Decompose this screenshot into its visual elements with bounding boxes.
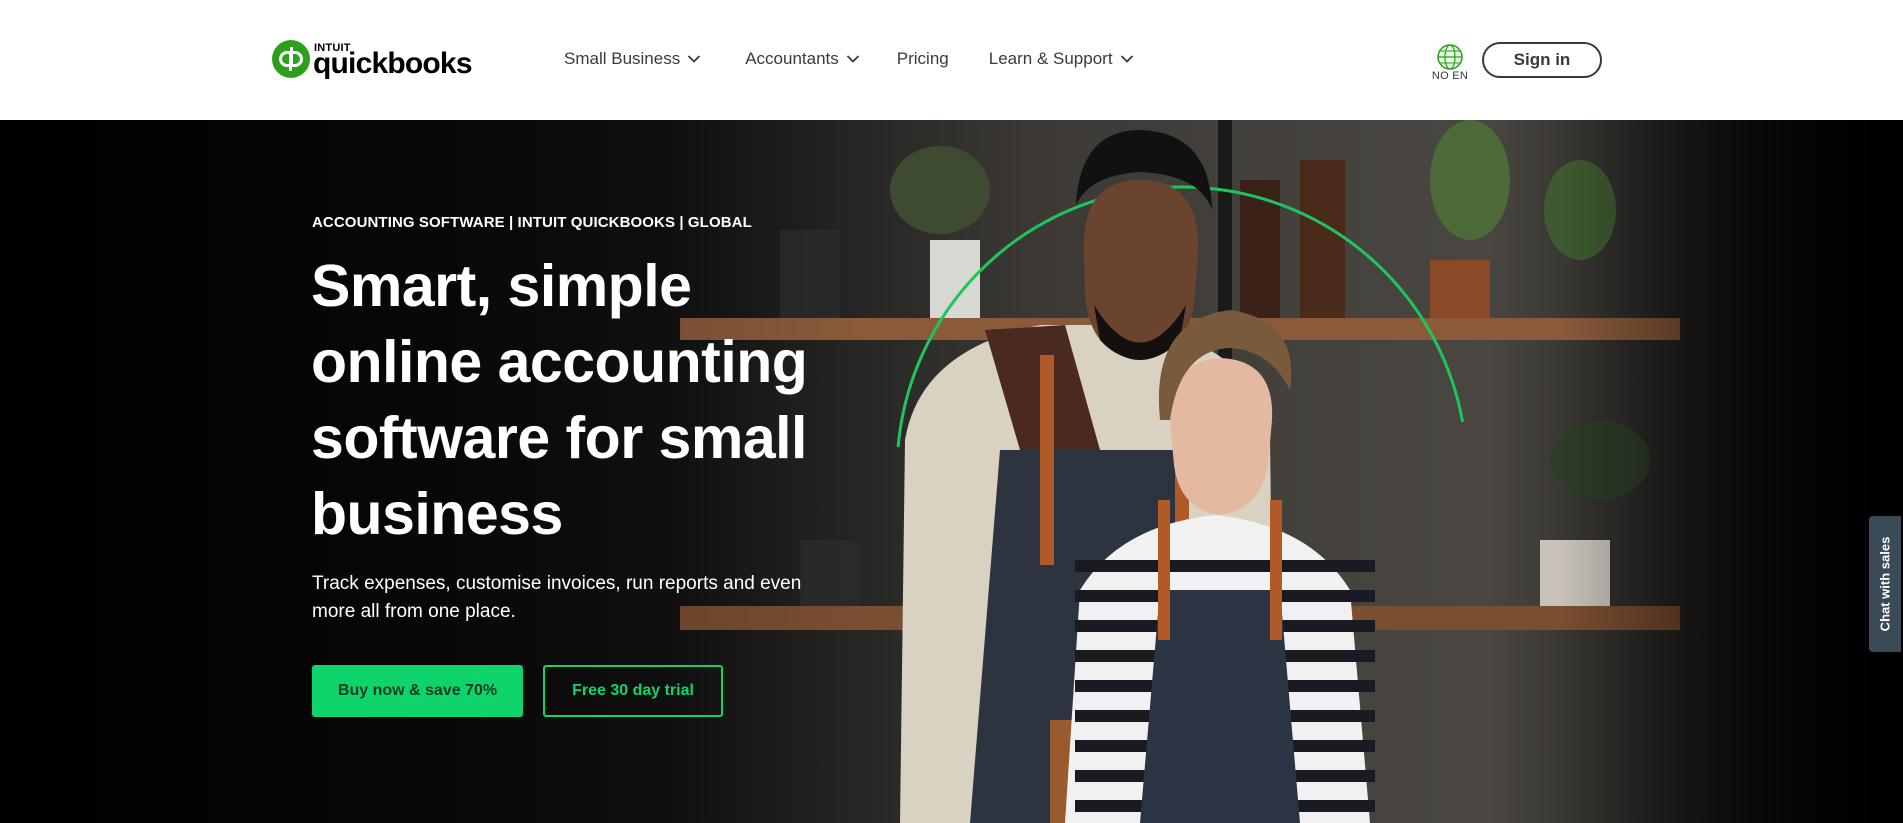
chat-with-sales-tab[interactable]: Chat with sales	[1869, 516, 1901, 652]
chevron-down-icon	[688, 55, 701, 63]
nav-item-accountants[interactable]: Accountants	[745, 49, 860, 69]
chat-with-sales-label: Chat with sales	[1877, 536, 1893, 632]
buy-now-button[interactable]: Buy now & save 70%	[312, 665, 523, 717]
nav-item-learn-support[interactable]: Learn & Support	[989, 49, 1134, 69]
hero-eyebrow: ACCOUNTING SOFTWARE | INTUIT QUICKBOOKS …	[312, 214, 752, 231]
hero-subtext: Track expenses, customise invoices, run …	[312, 573, 802, 622]
locale-selector[interactable]: NO EN	[1430, 42, 1470, 82]
quickbooks-logo[interactable]: INTUIT quickbooks	[272, 38, 485, 80]
hero-section: ACCOUNTING SOFTWARE | INTUIT QUICKBOOKS …	[0, 120, 1903, 823]
nav-item-label: Small Business	[564, 49, 681, 68]
globe-icon	[1437, 44, 1463, 70]
hero-headline: Smart, simple online accounting software…	[311, 253, 808, 547]
free-trial-button[interactable]: Free 30 day trial	[543, 665, 723, 717]
nav-item-pricing[interactable]: Pricing	[897, 49, 949, 69]
nav-item-small-business[interactable]: Small Business	[564, 49, 701, 69]
sign-in-button[interactable]: Sign in	[1482, 42, 1602, 78]
logo-product: quickbooks	[313, 47, 473, 80]
nav-item-label: Accountants	[745, 49, 839, 68]
logo-wordmark: INTUIT quickbooks	[313, 38, 485, 80]
chevron-down-icon	[846, 55, 859, 63]
hero-photo	[0, 120, 1903, 823]
main-nav: Small Business Accountants Pricing Learn…	[564, 46, 1134, 72]
nav-item-label: Learn & Support	[988, 49, 1113, 68]
qb-logo-icon	[272, 40, 310, 78]
nav-item-label: Pricing	[896, 49, 949, 68]
chevron-down-icon	[1120, 55, 1133, 63]
site-header: INTUIT quickbooks Small Business Account…	[0, 0, 1903, 120]
locale-label: NO EN	[1431, 70, 1469, 82]
